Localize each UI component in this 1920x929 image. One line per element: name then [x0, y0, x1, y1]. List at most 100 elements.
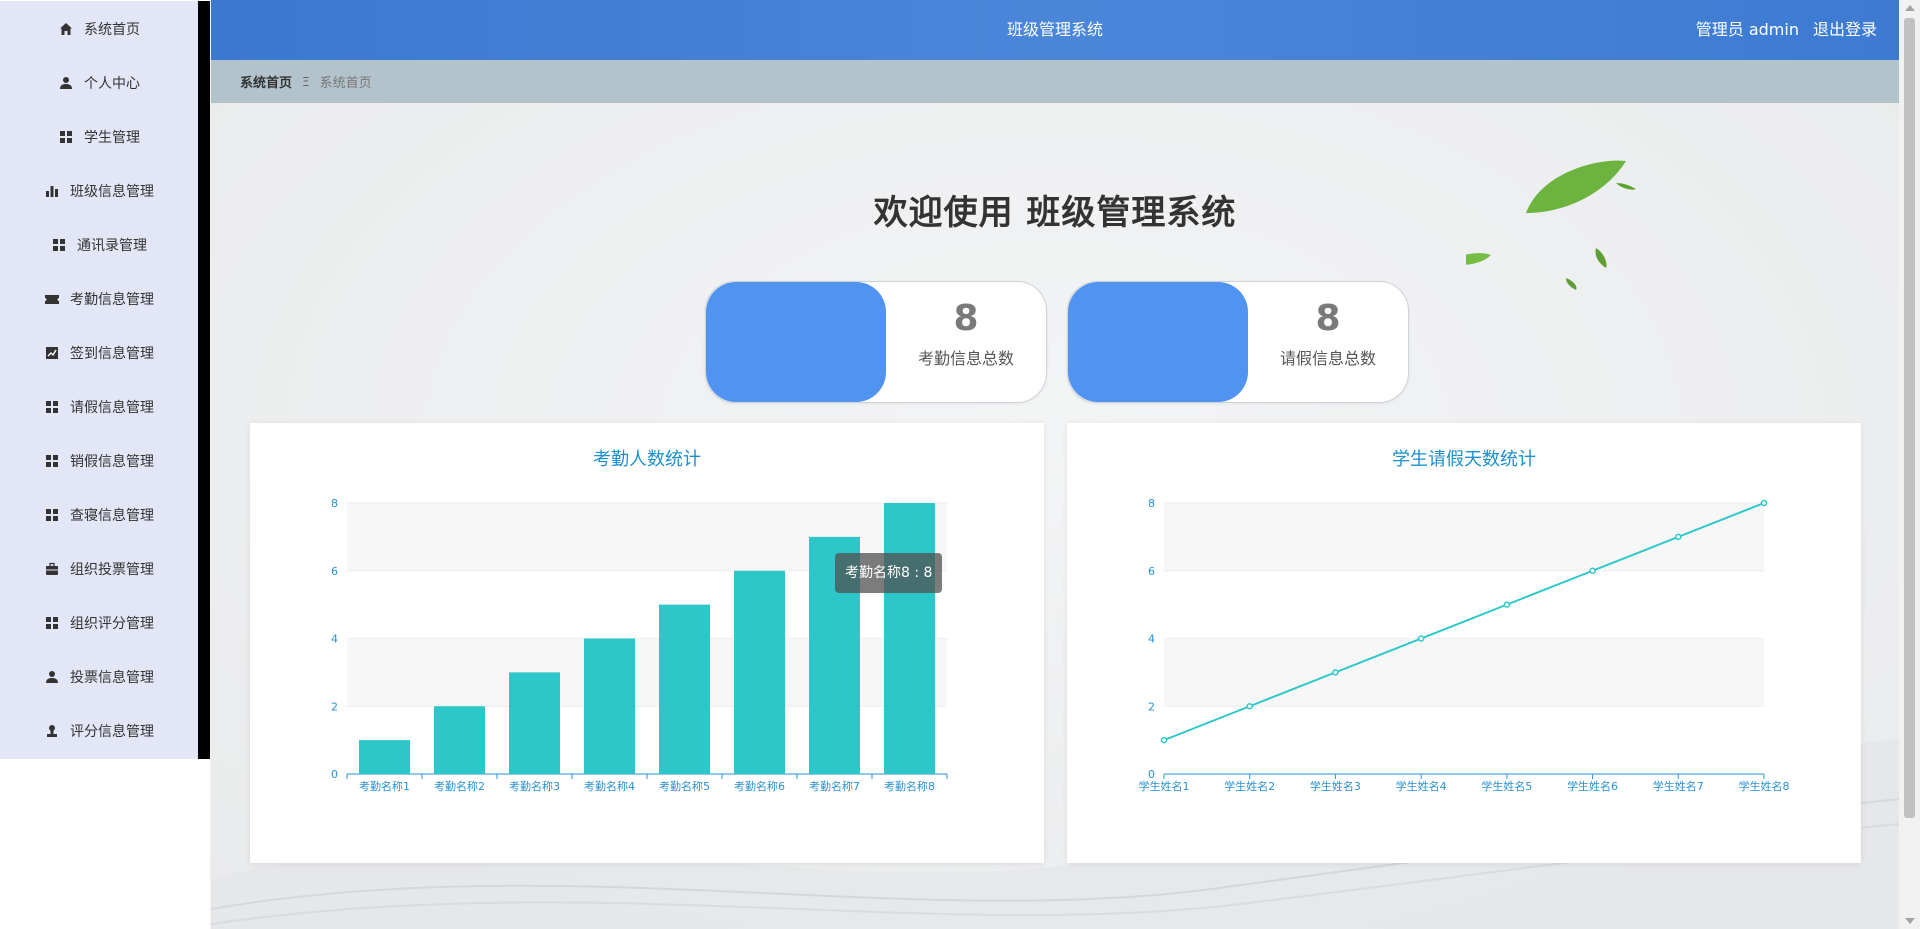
x-tick-label: 学生姓名1: [1139, 779, 1190, 793]
x-tick-label: 考勤名称5: [659, 779, 710, 793]
bar: [359, 740, 410, 774]
grid-icon: [44, 453, 60, 469]
x-tick-label: 学生姓名8: [1739, 779, 1790, 793]
chart-tooltip: 考勤名称8 : 8: [835, 553, 943, 593]
y-tick-label: 4: [1148, 633, 1155, 646]
stat-value: 8: [1315, 298, 1341, 339]
y-tick-label: 8: [1148, 497, 1155, 510]
data-point: [1760, 499, 1768, 507]
stat-card-leave: 8 请假信息总数: [1067, 281, 1409, 403]
x-tick-label: 考勤名称4: [584, 779, 635, 793]
sidebar-item[interactable]: 系统首页: [0, 1, 210, 57]
sidebar-item[interactable]: 投票信息管理: [0, 649, 210, 705]
grid-icon: [58, 129, 74, 145]
ticket-icon: [44, 291, 60, 307]
sidebar-item[interactable]: 查寝信息管理: [0, 487, 210, 543]
user-icon: [58, 75, 74, 91]
top-header: 班级管理系统 管理员 admin 退出登录: [211, 0, 1899, 60]
bar-chart-icon: [44, 183, 60, 199]
grid-band: [1164, 503, 1764, 571]
data-point: [1160, 736, 1168, 744]
x-tick-label: 考勤名称3: [509, 779, 560, 793]
data-point: [1332, 669, 1339, 676]
sidebar-item-label: 签到信息管理: [70, 346, 154, 362]
scrollbar-thumb[interactable]: [1904, 18, 1915, 818]
logout-button[interactable]: 退出登录: [1813, 0, 1877, 60]
grid-band: [1164, 706, 1764, 774]
data-point: [1503, 601, 1511, 608]
x-tick-label: 学生姓名7: [1653, 779, 1704, 793]
sidebar-item-label: 销假信息管理: [70, 454, 154, 470]
bar: [584, 638, 635, 774]
sidebar-item-label: 请假信息管理: [70, 400, 154, 416]
bar: [509, 672, 560, 774]
stat-card-accent: [1068, 282, 1248, 402]
grid-icon: [44, 615, 60, 631]
x-tick-label: 考勤名称7: [809, 779, 860, 793]
sidebar-item[interactable]: 个人中心: [0, 55, 210, 111]
y-tick-label: 2: [1148, 700, 1155, 713]
page-scrollbar[interactable]: [1899, 0, 1920, 929]
breadcrumb-home-link[interactable]: 系统首页: [240, 72, 292, 91]
sidebar-item-label: 考勤信息管理: [70, 292, 154, 308]
sidebar-item[interactable]: 通讯录管理: [0, 217, 210, 273]
x-tick-label: 学生姓名6: [1567, 779, 1618, 793]
leave-chart-panel: 学生请假天数统计 0 2 4 6 8 学生姓名1 学生姓名2 学生姓名3 学生姓名4 学生姓名5 学…: [1067, 423, 1861, 863]
breadcrumb-separator: Ξ: [302, 74, 310, 89]
scroll-up-arrow[interactable]: [1905, 5, 1915, 11]
sidebar-item[interactable]: 学生管理: [0, 109, 210, 165]
stat-value: 8: [953, 298, 979, 339]
stat-caption: 请假信息总数: [1279, 349, 1376, 368]
x-tick-label: 学生姓名5: [1481, 779, 1532, 793]
stamp-icon: [44, 723, 60, 739]
breadcrumb: 系统首页 Ξ 系统首页: [211, 60, 1899, 103]
sidebar-item[interactable]: 签到信息管理: [0, 325, 210, 381]
app-title: 班级管理系统: [1006, 20, 1103, 39]
bar: [659, 604, 710, 774]
x-tick-label: 学生姓名2: [1224, 779, 1275, 793]
y-tick-label: 6: [1148, 565, 1155, 578]
sidebar-item[interactable]: 考勤信息管理: [0, 271, 210, 327]
sidebar-item-label: 组织投票管理: [70, 562, 154, 578]
sidebar-item[interactable]: 请假信息管理: [0, 379, 210, 435]
grid-band: [1164, 638, 1764, 707]
attendance-bar-chart: 0 2 4 6 8 考勤名称1 考勤名称2 考勤名称3 考勤名称4 考勤名称5 考勤名称6 考勤名称7…: [331, 497, 948, 793]
main-content: 欢迎使用 班级管理系统 8 考勤信息总数 8 请假信息总数 考勤人数统计 024…: [211, 103, 1899, 929]
scroll-down-arrow[interactable]: [1905, 918, 1915, 924]
bar: [734, 570, 785, 774]
grid-icon: [44, 507, 60, 523]
sidebar-item-label: 班级信息管理: [70, 184, 154, 200]
bar: [884, 503, 935, 774]
sidebar-item[interactable]: 评分信息管理: [0, 703, 210, 759]
line-chart-icon: [44, 345, 60, 361]
stat-card-attendance: 8 考勤信息总数: [705, 281, 1047, 403]
sidebar-item-label: 个人中心: [84, 76, 140, 92]
x-tick-label: 学生姓名3: [1310, 779, 1361, 793]
y-tick-label: 8: [331, 497, 338, 510]
user-label: 管理员 admin: [1695, 20, 1799, 39]
sidebar-item[interactable]: 班级信息管理: [0, 163, 210, 219]
sidebar-item-label: 查寝信息管理: [70, 508, 154, 524]
leave-line-chart: 02468学生姓名1 学生姓名2 学生姓名3 学生姓名4 学生姓名5 学生姓名6 学生姓名7…: [1139, 497, 1790, 793]
y-tick-label: 2: [331, 700, 338, 713]
data-point: [1246, 703, 1253, 710]
data-point: [1589, 567, 1596, 574]
home-icon: [58, 21, 74, 37]
welcome-heading: 欢迎使用 班级管理系统: [873, 193, 1237, 233]
sidebar-item[interactable]: 组织评分管理: [0, 595, 210, 651]
grid-icon: [51, 237, 67, 253]
x-tick-label: 考勤名称8: [884, 779, 935, 793]
stat-caption: 考勤信息总数: [917, 349, 1014, 368]
briefcase-icon: [44, 561, 60, 577]
sidebar-item[interactable]: 组织投票管理: [0, 541, 210, 597]
bar: [434, 706, 485, 774]
y-tick-label: 6: [331, 565, 338, 578]
sidebar-item[interactable]: 销假信息管理: [0, 433, 210, 489]
grid-icon: [44, 399, 60, 415]
sidebar-item-label: 评分信息管理: [70, 724, 154, 740]
attendance-chart-panel: 考勤人数统计 0 2 4 6 8 考勤名称1 考勤名称2 考勤名称3 考勤名称4 考勤名称5 考勤名…: [250, 423, 1044, 863]
sidebar-item-label: 投票信息管理: [70, 670, 154, 686]
x-tick-label: 学生姓名4: [1396, 779, 1447, 793]
x-tick-label: 考勤名称2: [434, 779, 485, 793]
grid-band: [1164, 570, 1764, 639]
